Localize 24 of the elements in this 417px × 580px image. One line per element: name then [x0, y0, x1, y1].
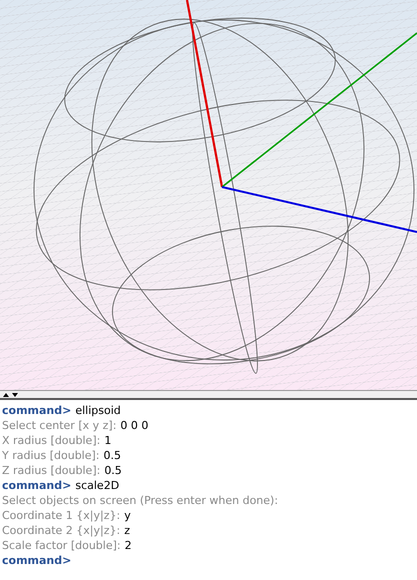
input-text: y	[124, 508, 131, 523]
down-arrow-icon[interactable]	[12, 392, 18, 396]
input-text: scale2D	[75, 478, 120, 493]
prompt-text: Scale factor [double]:	[2, 538, 121, 553]
command-prompt: command>	[2, 553, 72, 568]
up-arrow-icon[interactable]	[3, 392, 9, 396]
splitter-bar[interactable]	[0, 390, 417, 400]
input-text: ellipsoid	[75, 403, 121, 418]
prompt-text: Coordinate 1 {x|y|z}:	[2, 508, 120, 523]
prompt-text: Coordinate 2 {x|y|z}:	[2, 523, 120, 538]
3d-viewport[interactable]	[0, 0, 417, 390]
prompt-text: X radius [double]:	[2, 433, 100, 448]
command-prompt: command>	[2, 478, 72, 493]
prompt-text: Z radius [double]:	[2, 463, 100, 478]
input-text: 1	[104, 433, 112, 448]
command-prompt: command>	[2, 403, 72, 418]
prompt-text: Select objects on screen (Press enter when done):	[2, 493, 278, 508]
input-text: 2	[124, 538, 132, 553]
prompt-text: Y radius [double]:	[2, 448, 100, 463]
input-text: 0.5	[104, 448, 121, 463]
input-text: 0.5	[104, 463, 122, 478]
input-text: 0 0 0	[120, 418, 148, 433]
input-text: z	[124, 523, 130, 538]
prompt-text: Select center [x y z]:	[2, 418, 116, 433]
